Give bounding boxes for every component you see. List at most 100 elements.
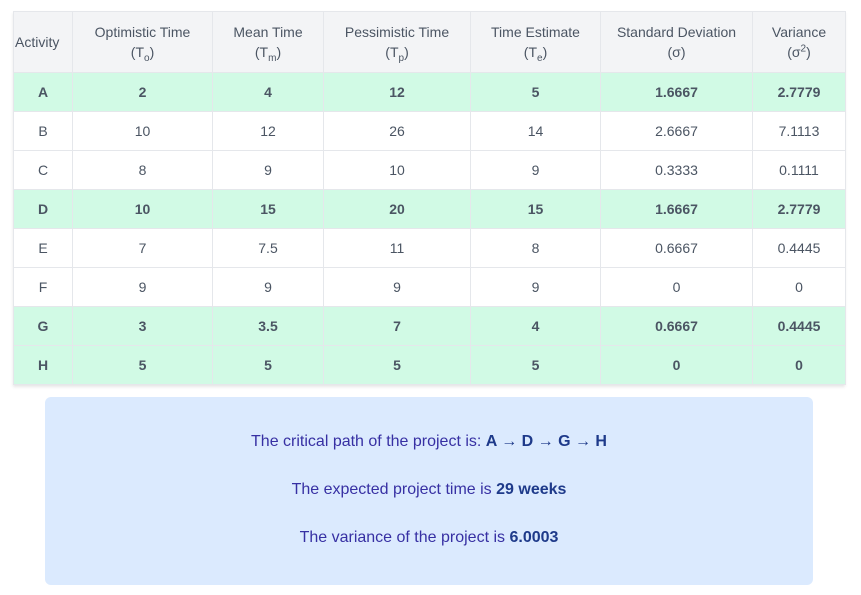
table-cell: 4 — [470, 306, 601, 346]
table-row: E 7 7.5 11 8 0.6667 0.4445 — [13, 228, 846, 268]
table-cell: 2.7779 — [752, 72, 846, 112]
column-header-label: Mean Time — [233, 24, 303, 40]
table-cell: 7.5 — [212, 228, 324, 268]
table-cell: 0.3333 — [600, 150, 753, 190]
variance-value: 6.0003 — [509, 529, 559, 546]
activity-cell: D — [13, 189, 73, 229]
table-cell: 9 — [72, 267, 213, 307]
symbol-modifier: e — [537, 52, 543, 64]
column-header: Variance (σ2) — [752, 11, 846, 73]
table-cell: 0.6667 — [600, 306, 753, 346]
variance-line: The variance of the project is 6.0003 — [45, 529, 813, 547]
symbol-base: T — [135, 44, 144, 60]
column-header-label: Activity — [15, 34, 60, 50]
table-cell: 2 — [72, 72, 213, 112]
activity-cell: B — [13, 111, 73, 151]
table-row: C 8 9 10 9 0.3333 0.1111 — [13, 150, 846, 190]
activity-cell: C — [13, 150, 73, 190]
table-cell: 0 — [600, 345, 753, 385]
table-cell: 5 — [323, 345, 471, 385]
column-header: Mean Time (Tm) — [212, 11, 324, 73]
column-header: Standard Deviation (σ) — [600, 11, 753, 73]
column-header-label: Standard Deviation — [616, 24, 737, 40]
table-cell: 10 — [72, 111, 213, 151]
table-row-critical: D 10 15 20 15 1.6667 2.7779 — [13, 189, 846, 229]
summary-panel: The critical path of the project is: A →… — [45, 397, 813, 585]
table-cell: 1.6667 — [600, 189, 753, 229]
table-cell: 2.6667 — [600, 111, 753, 151]
table-cell: 12 — [212, 111, 324, 151]
column-header: Optimistic Time (To) — [72, 11, 213, 73]
table-cell: 3 — [72, 306, 213, 346]
critical-path-line: The critical path of the project is: A →… — [45, 433, 813, 451]
table-cell: 0 — [752, 345, 846, 385]
table-cell: 15 — [470, 189, 601, 229]
table-cell: 10 — [323, 150, 471, 190]
table-cell: 9 — [470, 267, 601, 307]
table-cell: 0.1111 — [752, 150, 846, 190]
symbol-base: T — [528, 44, 537, 60]
symbol-modifier: p — [398, 52, 405, 64]
table-cell: 3.5 — [212, 306, 324, 346]
column-header-symbol: (Te) — [523, 44, 548, 64]
table-cell: 0 — [752, 267, 846, 307]
pert-table-container: Activity Optimistic Time (To) Mean Time (Tm)… — [13, 11, 846, 385]
activity-cell: E — [13, 228, 73, 268]
table-body: A 2 4 12 5 1.6667 2.7779 B 10 12 26 14 2.6667 7.1113 C… — [13, 72, 846, 385]
column-header-symbol: (σ2) — [787, 43, 811, 60]
table-cell: 9 — [470, 150, 601, 190]
column-header-label: Variance — [771, 24, 827, 40]
table-cell: 9 — [212, 267, 324, 307]
activity-cell: G — [13, 306, 73, 346]
table-cell: 11 — [323, 228, 471, 268]
column-header-symbol: (σ) — [667, 44, 686, 60]
table-cell: 15 — [212, 189, 324, 229]
symbol-modifier: 2 — [800, 43, 807, 55]
table-cell: 14 — [470, 111, 601, 151]
table-row: B 10 12 26 14 2.6667 7.1113 — [13, 111, 846, 151]
table-cell: 12 — [323, 72, 471, 112]
table-cell: 9 — [212, 150, 324, 190]
symbol-modifier: m — [268, 52, 277, 64]
column-header: Pessimistic Time (Tp) — [323, 11, 471, 73]
table-cell: 5 — [470, 345, 601, 385]
table-cell: 0 — [600, 267, 753, 307]
column-header: Time Estimate (Te) — [470, 11, 601, 73]
table-cell: 8 — [72, 150, 213, 190]
table-cell: 0.4445 — [752, 306, 846, 346]
table-cell: 1.6667 — [600, 72, 753, 112]
table-cell: 2.7779 — [752, 189, 846, 229]
expected-time-value: 29 weeks — [496, 481, 567, 498]
table-cell: 7.1113 — [752, 111, 846, 151]
pert-table: Activity Optimistic Time (To) Mean Time (Tm)… — [13, 11, 846, 385]
table-cell: 0.4445 — [752, 228, 846, 268]
column-header-symbol: (Tp) — [385, 44, 409, 64]
table-cell: 4 — [212, 72, 324, 112]
expected-time-line: The expected project time is 29 weeks — [45, 481, 813, 499]
variance-label: The variance of the project is — [299, 529, 510, 546]
critical-path-label: The critical path of the project is: — [251, 433, 486, 450]
table-cell: 0.6667 — [600, 228, 753, 268]
table-row-critical: H555500 — [13, 345, 846, 385]
column-header: Activity — [13, 11, 73, 73]
table-cell: 20 — [323, 189, 471, 229]
symbol-base: T — [259, 44, 269, 60]
table-row-critical: G 3 3.5 7 4 0.6667 0.4445 — [13, 306, 846, 346]
table-cell: 5 — [470, 72, 601, 112]
table-cell: 10 — [72, 189, 213, 229]
column-header-symbol: (Tm) — [254, 44, 282, 64]
table-cell: 8 — [470, 228, 601, 268]
expected-time-label: The expected project time is — [291, 481, 497, 498]
table-cell: 7 — [323, 306, 471, 346]
column-header-label: Time Estimate — [491, 24, 580, 40]
critical-path-value: A → D → G → H — [485, 433, 607, 450]
table-cell: 9 — [323, 267, 471, 307]
symbol-base: σ — [672, 44, 681, 60]
activity-cell: F — [13, 267, 73, 307]
symbol-base: σ — [791, 44, 801, 60]
table-row: F999900 — [13, 267, 846, 307]
column-header-label: Pessimistic Time — [344, 24, 450, 40]
table-cell: 26 — [323, 111, 471, 151]
table-cell: 5 — [72, 345, 213, 385]
symbol-base: T — [389, 44, 399, 60]
